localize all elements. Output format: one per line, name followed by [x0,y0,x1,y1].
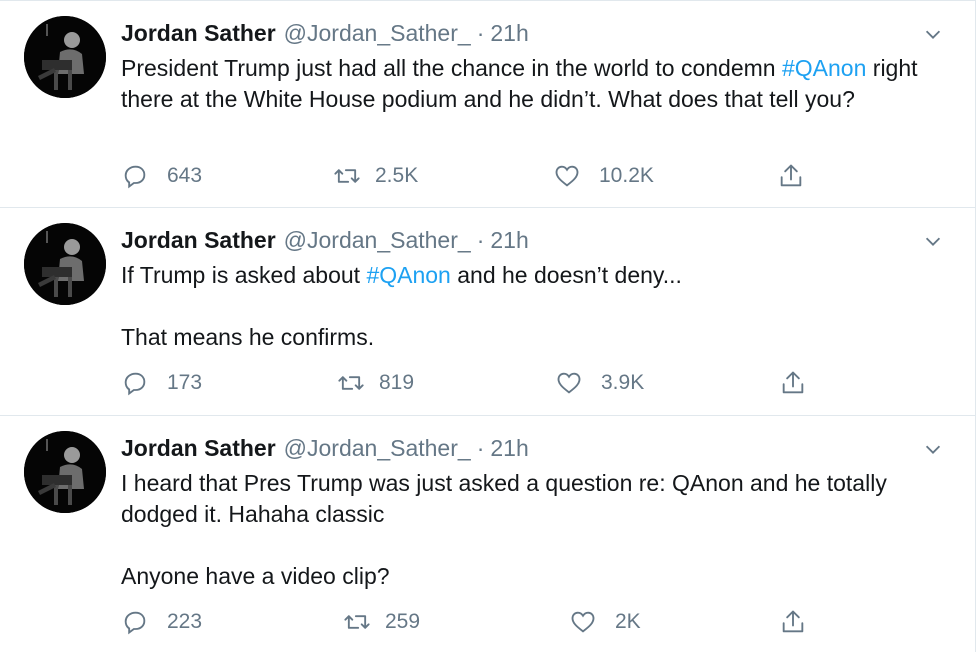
avatar-image [24,223,106,305]
hashtag-link[interactable]: #QAnon [782,55,866,81]
avatar[interactable] [24,431,106,513]
retweet-button[interactable]: 2.5K [333,161,418,191]
tweet-text: President Trump just had all the chance … [121,53,961,115]
separator-dot: · [476,227,485,253]
share-icon [782,610,804,633]
chevron-down-icon [925,30,941,39]
display-name[interactable]: Jordan Sather [121,227,276,254]
display-name[interactable]: Jordan Sather [121,435,276,462]
heart-icon [557,372,581,394]
share-button[interactable] [779,368,807,398]
retweet-count: 2.5K [375,164,419,187]
tweet-text-line: I heard that Pres Trump was just asked a… [121,470,887,527]
like-count: 2K [615,610,641,633]
more-options-button[interactable] [922,23,944,45]
tweet[interactable]: Jordan Sather @Jordan_Sather_ · 21h If T… [0,208,975,416]
retweet-count: 819 [379,371,415,394]
like-count: 3.9K [601,371,645,394]
avatar[interactable] [24,16,106,98]
hashtag-link[interactable]: #QAnon [366,262,450,288]
share-icon [780,164,802,187]
more-options-button[interactable] [922,230,944,252]
reply-icon [124,372,146,396]
user-handle[interactable]: @Jordan_Sather_ [284,435,471,462]
share-button[interactable] [777,161,805,191]
like-count: 10.2K [599,164,654,187]
tweet-text-line: That means he confirms. [121,324,375,350]
reply-button[interactable]: 173 [121,368,202,398]
user-handle[interactable]: @Jordan_Sather_ [284,20,471,47]
retweet-icon [334,169,360,183]
like-button[interactable]: 2K [569,607,641,637]
tweet-text: If Trump is asked about #QAnon and he do… [121,260,961,353]
tweet-actions: 643 2.5K 10.2K [121,161,821,191]
like-button[interactable]: 3.9K [555,368,644,398]
retweet-button[interactable]: 819 [337,368,414,398]
more-options-button[interactable] [922,438,944,460]
retweet-icon [338,376,364,390]
timeline-border [975,0,980,652]
reply-icon [124,611,146,635]
avatar-image [24,431,106,513]
avatar[interactable] [24,223,106,305]
like-button[interactable]: 10.2K [553,161,654,191]
retweet-button[interactable]: 259 [343,607,420,637]
timestamp[interactable]: 21h [490,435,528,462]
tweet-header: Jordan Sather @Jordan_Sather_ · 21h [121,435,529,463]
display-name[interactable]: Jordan Sather [121,20,276,47]
reply-button[interactable]: 643 [121,161,202,191]
tweet[interactable]: Jordan Sather @Jordan_Sather_ · 21h Pres… [0,0,975,208]
reply-count: 643 [167,164,203,187]
reply-count: 173 [167,371,203,394]
tweet-text-segment: If Trump is asked about [121,262,367,288]
timestamp[interactable]: 21h [490,227,528,254]
tweet-text-segment: President Trump just had all the chance … [121,55,782,81]
tweet-text-line: Anyone have a video clip? [121,563,390,589]
heart-icon [555,165,579,187]
tweet-header: Jordan Sather @Jordan_Sather_ · 21h [121,20,529,48]
separator-dot: · [476,435,485,461]
user-handle[interactable]: @Jordan_Sather_ [284,227,471,254]
tweet-text-segment: and he doesn’t deny... [450,262,682,288]
tweet-actions: 223 259 2K [121,607,821,637]
heart-icon [571,611,595,633]
share-button[interactable] [779,607,807,637]
tweet[interactable]: Jordan Sather @Jordan_Sather_ · 21h I he… [0,416,975,652]
chevron-down-icon [925,237,941,246]
timestamp[interactable]: 21h [490,20,528,47]
chevron-down-icon [925,445,941,454]
share-icon [782,371,804,394]
retweet-icon [344,615,370,629]
tweet-text: I heard that Pres Trump was just asked a… [121,468,961,592]
reply-icon [124,165,146,189]
tweet-header: Jordan Sather @Jordan_Sather_ · 21h [121,227,529,255]
reply-button[interactable]: 223 [121,607,202,637]
separator-dot: · [476,20,485,46]
avatar-image [24,16,106,98]
tweet-actions: 173 819 3.9K [121,368,821,398]
reply-count: 223 [167,610,203,633]
retweet-count: 259 [385,610,421,633]
